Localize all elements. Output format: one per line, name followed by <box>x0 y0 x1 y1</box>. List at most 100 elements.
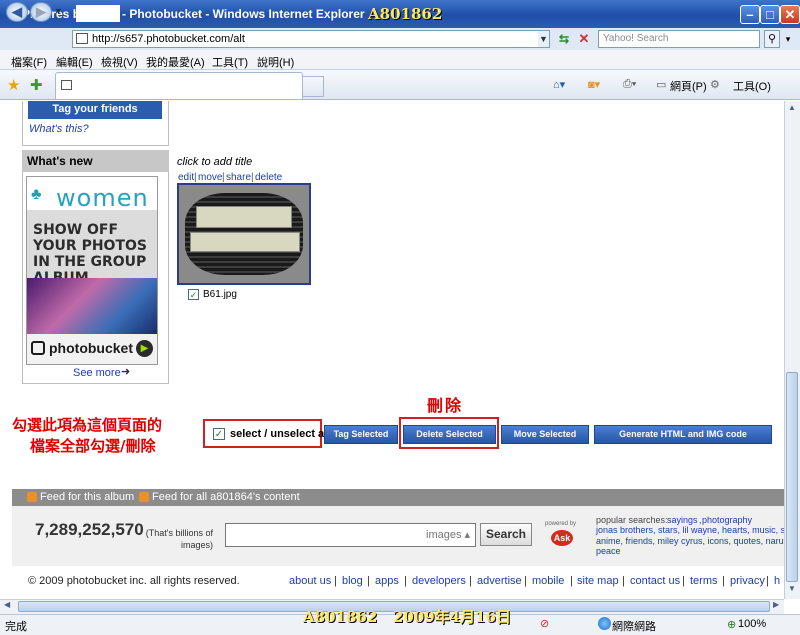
home-icon[interactable]: ⌂▾ <box>553 78 565 91</box>
popular-search-link[interactable]: peace <box>596 546 621 556</box>
url-text[interactable]: http://s657.photobucket.com/alt <box>92 33 245 45</box>
footer-link-about[interactable]: about us <box>289 575 331 587</box>
cable-label-image <box>196 206 292 228</box>
see-more-arrow-icon[interactable]: ➜ <box>121 365 130 378</box>
maximize-button[interactable]: □ <box>760 5 780 24</box>
history-dropdown-icon[interactable]: ▼ <box>54 6 63 16</box>
popular-searches-title: popular searches: <box>596 515 668 525</box>
watermark-bottom: A801862 2009年4月16日 <box>303 608 511 626</box>
close-button[interactable]: ✕ <box>780 5 800 24</box>
promo-women-text: women <box>56 184 149 212</box>
feeds-icon[interactable]: ◙▾ <box>588 78 600 91</box>
popular-search-link[interactable]: sayings <box>667 515 698 525</box>
url-dropdown-icon[interactable]: ▼ <box>538 31 549 47</box>
share-link[interactable]: share <box>226 172 251 183</box>
tab-title-redacted <box>76 76 298 96</box>
favorites-star-icon[interactable]: ★ <box>7 76 20 94</box>
tag-friends-button[interactable]: Tag your friends <box>28 101 162 119</box>
tools-menu[interactable]: 工具(O) <box>733 78 771 94</box>
promo-photo <box>27 278 157 334</box>
forward-button[interactable]: ▶ <box>30 2 52 22</box>
footer-link-help[interactable]: h <box>774 575 780 587</box>
footer-link-terms[interactable]: terms <box>690 575 718 587</box>
tag-selected-button[interactable]: Tag Selected <box>324 425 398 444</box>
whats-this-link[interactable]: What's this? <box>29 123 89 135</box>
refresh-icon[interactable]: ⇆ <box>556 30 572 48</box>
select-all-label[interactable]: select / unselect all <box>230 428 330 440</box>
album-feed-link[interactable]: Feed for this album <box>40 491 134 503</box>
footer-separator: | <box>469 575 472 587</box>
zoom-level[interactable]: 100% <box>738 618 766 630</box>
tab-page-icon <box>61 80 72 90</box>
photo-search-button[interactable]: Search <box>480 523 532 546</box>
adidas-logo-icon: ♣ <box>31 186 42 203</box>
print-icon[interactable]: ⎙▾ <box>623 78 636 91</box>
popup-blocker-icon[interactable]: ⊘ <box>540 617 549 630</box>
search-scope-label: images <box>426 529 462 541</box>
popular-search-link[interactable]: photography <box>702 515 752 525</box>
footer-link-mobile[interactable]: mobile <box>532 575 564 587</box>
footer-separator: | <box>682 575 685 587</box>
action-separator: | <box>251 172 254 183</box>
page-icon <box>76 33 88 44</box>
minimize-button[interactable]: – <box>740 5 760 24</box>
footer-link-apps[interactable]: apps <box>375 575 399 587</box>
scroll-up-icon[interactable]: ▲ <box>786 103 798 115</box>
security-zone: 網際網路 <box>612 621 656 633</box>
stop-icon[interactable]: ✕ <box>576 30 592 48</box>
page-menu[interactable]: 網頁(P) <box>670 78 707 94</box>
promo-brand: photobucket <box>49 340 133 356</box>
vertical-scroll-thumb[interactable] <box>786 372 798 582</box>
ask-logo: Ask <box>551 530 573 546</box>
action-separator: | <box>194 172 197 183</box>
menu-help[interactable]: 說明(H) <box>257 54 294 70</box>
play-arrow-icon[interactable]: ▶ <box>136 340 153 357</box>
delete-link[interactable]: delete <box>255 172 282 183</box>
page-menu-icon[interactable]: ▭ <box>656 78 666 91</box>
back-button[interactable]: ◀ <box>6 2 28 22</box>
new-tab-button[interactable] <box>302 76 324 97</box>
tools-gear-icon[interactable]: ⚙ <box>710 78 720 91</box>
search-dropdown-icon[interactable]: ▾ <box>782 30 794 48</box>
menu-favorites[interactable]: 我的最愛(A) <box>146 54 205 70</box>
add-title-link[interactable]: click to add title <box>177 156 252 168</box>
window-title-suffix: - Photobucket - Windows Internet Explore… <box>122 7 365 21</box>
footer-separator: | <box>766 575 769 587</box>
menu-view[interactable]: 檢視(V) <box>101 54 138 70</box>
footer-separator: | <box>367 575 370 587</box>
footer-link-advertise[interactable]: advertise <box>477 575 522 587</box>
zoom-icon[interactable]: ⊕ <box>727 618 736 631</box>
photo-select-checkbox[interactable]: ✓ <box>188 289 199 300</box>
footer-link-developers[interactable]: developers <box>412 575 466 587</box>
scroll-down-icon[interactable]: ▼ <box>786 584 798 596</box>
see-more-link[interactable]: See more <box>73 367 121 379</box>
popular-search-line[interactable]: anime, friends, miley cyrus, icons, quot… <box>596 536 791 546</box>
footer-link-contact[interactable]: contact us <box>630 575 680 587</box>
move-selected-button[interactable]: Move Selected <box>501 425 589 444</box>
search-scope-select[interactable]: images ▴ <box>426 528 470 541</box>
search-input[interactable]: Yahoo! Search <box>598 30 760 48</box>
photo-filename: B61.jpg <box>203 289 237 300</box>
image-count: 7,289,252,570 <box>35 520 144 539</box>
status-text: 完成 <box>5 621 27 633</box>
add-favorite-icon[interactable]: ✚ <box>30 76 43 94</box>
footer-separator: | <box>334 575 337 587</box>
menu-edit[interactable]: 編輯(E) <box>56 54 93 70</box>
menu-tools[interactable]: 工具(T) <box>212 54 248 70</box>
footer-link-privacy[interactable]: privacy <box>730 575 765 587</box>
image-count-note: (That's billions of images) <box>145 528 213 550</box>
search-icon[interactable]: ⚲ <box>764 30 780 48</box>
scroll-left-icon[interactable]: ◀ <box>4 600 10 609</box>
scroll-right-icon[interactable]: ▶ <box>773 600 779 609</box>
move-link[interactable]: move <box>198 172 222 183</box>
generate-code-button[interactable]: Generate HTML and IMG code <box>594 425 772 444</box>
copyright: © 2009 photobucket inc. all rights reser… <box>28 575 240 587</box>
all-feed-link[interactable]: Feed for all a801864's content <box>152 491 300 503</box>
footer-link-sitemap[interactable]: site map <box>577 575 619 587</box>
rss-icon <box>139 492 149 502</box>
footer-link-blog[interactable]: blog <box>342 575 363 587</box>
edit-link[interactable]: edit <box>178 172 194 183</box>
popular-search-line[interactable]: jonas brothers, stars, lil wayne, hearts… <box>596 525 795 535</box>
select-all-checkbox[interactable]: ✓ <box>213 428 225 440</box>
menu-file[interactable]: 檔案(F) <box>11 54 47 70</box>
